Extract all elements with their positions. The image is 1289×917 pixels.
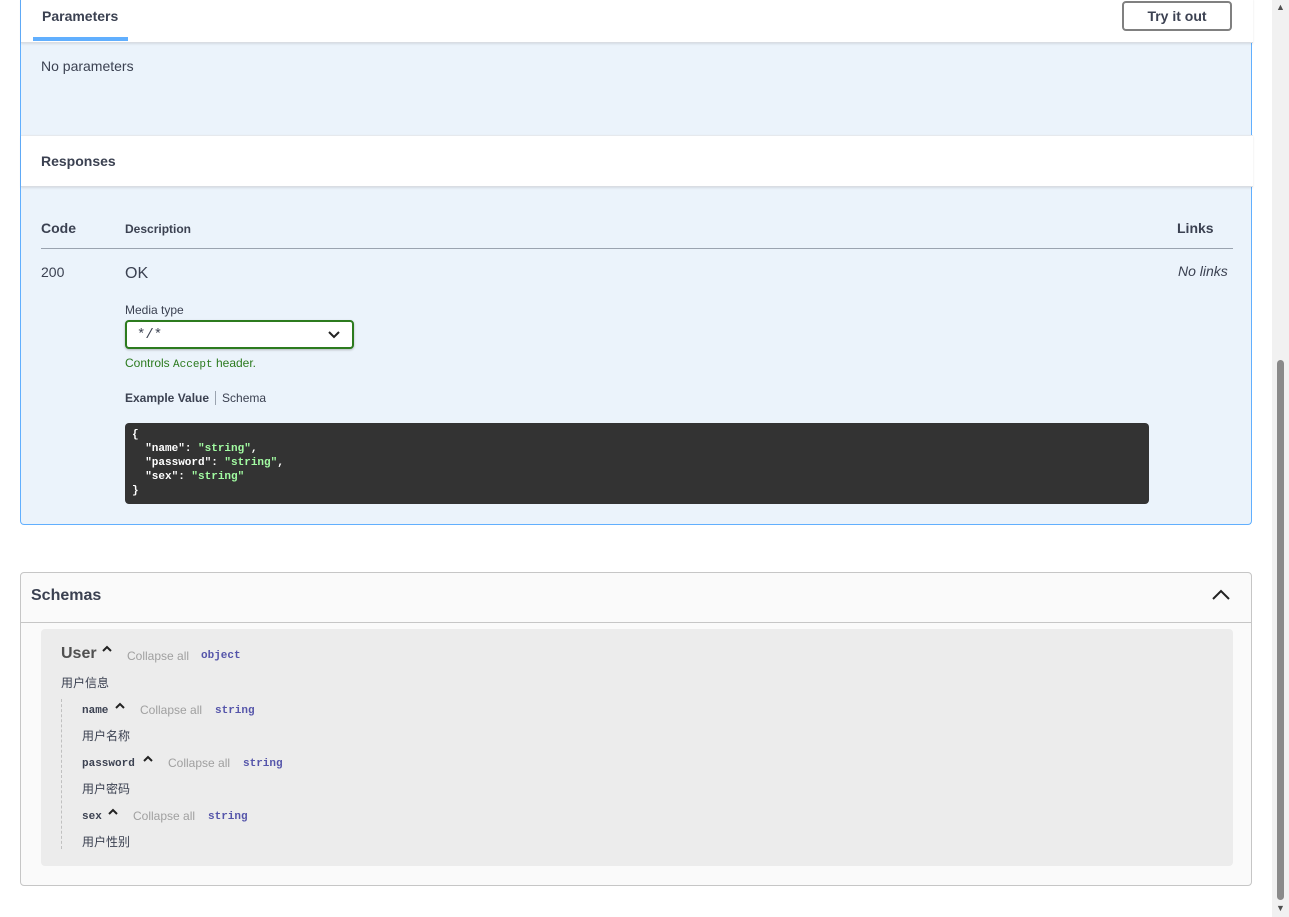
controls-accept-prefix: Controls xyxy=(125,356,174,370)
schemas-header[interactable]: Schemas xyxy=(21,573,1251,623)
chevron-down-icon xyxy=(328,325,340,348)
media-type-value: */* xyxy=(137,327,163,343)
response-code: 200 xyxy=(41,264,65,280)
media-type-select[interactable]: */* xyxy=(125,320,354,349)
response-links: No links xyxy=(1178,263,1228,279)
model-description: 用户信息 xyxy=(61,676,110,690)
tab-active-indicator xyxy=(33,37,128,41)
vertical-scrollbar[interactable]: ▲ ▼ xyxy=(1272,0,1289,917)
collapse-all-link[interactable]: Collapse all xyxy=(168,756,230,770)
model-title[interactable]: User xyxy=(61,645,97,663)
property-indent-line xyxy=(61,699,62,849)
controls-accept-code: Accept xyxy=(173,359,213,371)
chevron-up-icon[interactable] xyxy=(1211,585,1231,610)
tab-schema[interactable]: Schema xyxy=(216,391,266,405)
controls-accept-suffix: header. xyxy=(212,356,257,370)
scroll-up-arrow-icon[interactable]: ▲ xyxy=(1276,2,1285,12)
json-value: "string" xyxy=(198,443,251,455)
json-key: "password" xyxy=(145,457,212,469)
responses-header: Responses xyxy=(21,135,1253,187)
json-comma: , xyxy=(250,443,258,455)
schemas-title: Schemas xyxy=(31,587,102,604)
collapse-all-link[interactable]: Collapse all xyxy=(133,809,195,823)
scroll-thumb[interactable] xyxy=(1277,360,1284,900)
example-tabs: Example Value Schema xyxy=(125,391,266,405)
property-description: 用户密码 xyxy=(82,782,131,796)
scroll-down-arrow-icon[interactable]: ▼ xyxy=(1276,903,1285,913)
chevron-up-icon[interactable] xyxy=(114,700,126,715)
property-name: name xyxy=(82,705,109,717)
property-description: 用户名称 xyxy=(82,729,131,743)
chevron-up-icon[interactable] xyxy=(101,643,113,658)
column-header-code: Code xyxy=(41,220,76,236)
json-value: "string" xyxy=(191,471,245,483)
collapse-all-link[interactable]: Collapse all xyxy=(140,703,202,717)
example-json-block: { "name": "string", "password": "string"… xyxy=(125,423,1149,504)
swagger-page: Parameters Try it out No parameters Resp… xyxy=(0,0,1289,917)
operation-body: Parameters Try it out No parameters Resp… xyxy=(20,0,1253,525)
response-description: OK xyxy=(125,265,149,282)
json-key: "sex" xyxy=(145,471,179,483)
tab-parameters[interactable]: Parameters xyxy=(33,0,128,42)
json-comma: , xyxy=(277,457,284,469)
table-header-divider xyxy=(41,248,1233,249)
column-header-links: Links xyxy=(1177,220,1214,236)
collapse-all-link[interactable]: Collapse all xyxy=(127,649,189,663)
no-parameters-text: No parameters xyxy=(41,58,134,74)
property-name: password xyxy=(82,758,135,770)
json-open-brace: { xyxy=(132,429,139,441)
schemas-section: Schemas User Collapse all object 用户信息 na… xyxy=(20,572,1252,886)
tab-parameters-label: Parameters xyxy=(42,8,119,24)
responses-title: Responses xyxy=(41,153,116,169)
property-type: string xyxy=(215,705,255,717)
json-value: "string" xyxy=(224,457,278,469)
chevron-up-icon[interactable] xyxy=(107,806,119,821)
chevron-up-icon[interactable] xyxy=(142,753,154,768)
property-description: 用户性别 xyxy=(82,835,131,849)
controls-accept-note: Controls Accept header. xyxy=(125,356,256,371)
json-key: "name" xyxy=(145,443,185,455)
property-name: sex xyxy=(82,811,102,823)
try-it-out-button[interactable]: Try it out xyxy=(1122,1,1232,31)
model-type: object xyxy=(201,650,241,662)
media-type-label: Media type xyxy=(125,303,184,317)
property-type: string xyxy=(208,811,248,823)
tab-example-value[interactable]: Example Value xyxy=(125,391,217,405)
parameters-header: Parameters Try it out xyxy=(21,0,1253,43)
json-close-brace: } xyxy=(132,485,139,497)
property-type: string xyxy=(243,758,283,770)
model-user: User Collapse all object 用户信息 name Colla… xyxy=(41,629,1233,866)
column-header-description: Description xyxy=(125,222,192,236)
